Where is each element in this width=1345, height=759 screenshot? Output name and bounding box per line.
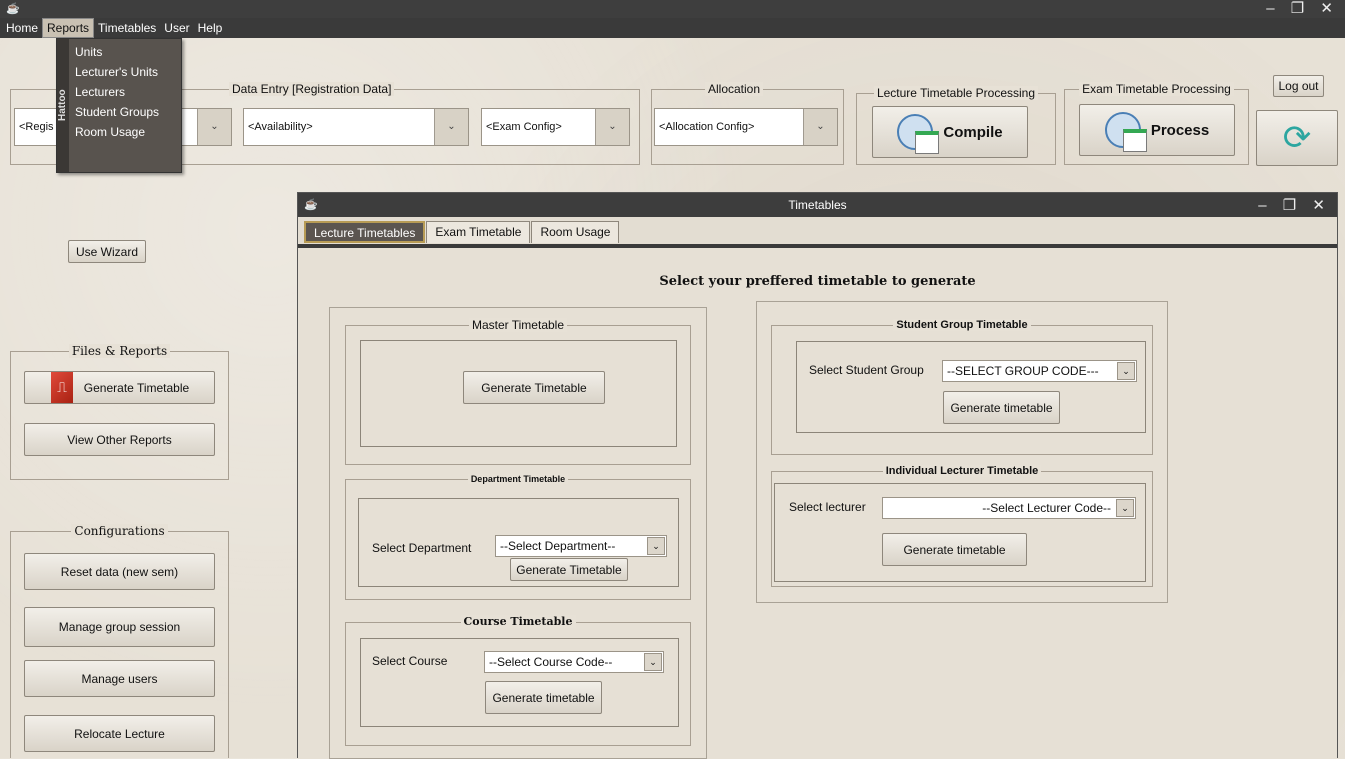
chevron-down-icon: ⌄: [644, 653, 662, 671]
allocation-combo[interactable]: <Allocation Config> ⌄: [654, 108, 838, 146]
exam-config-combo[interactable]: <Exam Config> ⌄: [481, 108, 630, 146]
menu-help[interactable]: Help: [194, 19, 227, 37]
manage-group-session-button[interactable]: Manage group session: [24, 607, 215, 647]
timetables-titlebar: ☕ Timetables – ❐ ✕: [298, 193, 1337, 217]
menu-timetables[interactable]: Timetables: [94, 19, 160, 37]
allocation-label: Allocation: [705, 82, 764, 96]
window-controls[interactable]: – ❐ ✕: [1266, 0, 1339, 17]
app-icon: ☕: [304, 199, 318, 211]
chevron-down-icon: ⌄: [595, 109, 629, 145]
menu-user[interactable]: User: [160, 19, 193, 37]
select-department-label: Select Department: [372, 541, 472, 555]
lecture-timetables-panel: Select your preffered timetable to gener…: [298, 244, 1337, 759]
pdf-icon: ⎍: [51, 372, 73, 403]
timetables-title: Timetables: [788, 198, 847, 212]
timetables-window: ☕ Timetables – ❐ ✕ Lecture Timetables Ex…: [297, 192, 1338, 759]
files-reports-label: Files & Reports: [68, 344, 171, 358]
chevron-down-icon: ⌄: [1117, 362, 1135, 380]
menu-bar: Home Reports Timetables User Help: [0, 18, 1345, 38]
student-group-timetable-label: Student Group Timetable: [893, 319, 1031, 331]
lecturer-timetable-label: Individual Lecturer Timetable: [882, 465, 1042, 477]
process-button[interactable]: Process: [1079, 104, 1235, 156]
chevron-down-icon: ⌄: [1116, 499, 1134, 517]
menu-item-units[interactable]: Units: [71, 42, 179, 62]
menu-item-room-usage[interactable]: Room Usage: [71, 122, 179, 142]
chevron-down-icon: ⌄: [803, 109, 837, 145]
logout-button[interactable]: Log out: [1273, 75, 1324, 97]
chevron-down-icon: ⌄: [197, 109, 231, 145]
relocate-lecture-button[interactable]: Relocate Lecture: [24, 715, 215, 752]
lecture-processing-label: Lecture Timetable Processing: [873, 86, 1039, 100]
course-timetable-label: Course Timetable: [460, 615, 576, 628]
reports-dropdown: Hattoo Units Lecturer's Units Lecturers …: [56, 38, 182, 173]
generate-master-button[interactable]: Generate Timetable: [463, 371, 605, 404]
select-lecturer-label: Select lecturer: [789, 500, 866, 514]
master-timetable-label: Master Timetable: [468, 318, 568, 332]
menu-home[interactable]: Home: [2, 19, 42, 37]
panel-heading: Select your preffered timetable to gener…: [659, 274, 976, 289]
compile-button[interactable]: Compile: [872, 106, 1028, 158]
tab-exam-timetable[interactable]: Exam Timetable: [426, 221, 531, 243]
use-wizard-button[interactable]: Use Wizard: [68, 240, 146, 263]
tab-room-usage[interactable]: Room Usage: [531, 221, 620, 243]
menu-reports[interactable]: Reports: [42, 18, 95, 38]
clock-calendar-icon: [1104, 112, 1147, 152]
menu-item-student-groups[interactable]: Student Groups: [71, 102, 179, 122]
department-select[interactable]: --Select Department-- ⌄: [495, 535, 667, 557]
chevron-down-icon: ⌄: [434, 109, 468, 145]
main-titlebar: ☕ – ❐ ✕: [0, 0, 1345, 18]
menu-item-lecturers-units[interactable]: Lecturer's Units: [71, 62, 179, 82]
view-reports-button[interactable]: View Other Reports: [24, 423, 215, 456]
department-timetable-label: Department Timetable: [467, 474, 569, 484]
tab-lecture-timetables[interactable]: Lecture Timetables: [304, 221, 426, 243]
generate-lecturer-button[interactable]: Generate timetable: [882, 533, 1027, 566]
refresh-button[interactable]: ⟳: [1256, 110, 1338, 166]
data-entry-label: Data Entry [Registration Data]: [229, 82, 395, 96]
generate-student-group-button[interactable]: Generate timetable: [943, 391, 1060, 424]
exam-processing-label: Exam Timetable Processing: [1079, 82, 1234, 96]
menu-item-lecturers[interactable]: Lecturers: [71, 82, 179, 102]
menu-side-label: Hattoo: [57, 39, 69, 172]
reset-data-button[interactable]: Reset data (new sem): [24, 553, 215, 590]
select-course-label: Select Course: [372, 654, 448, 668]
clock-calendar-icon: [897, 114, 940, 154]
generate-timetable-button[interactable]: ⎍ Generate Timetable: [24, 371, 215, 404]
availability-combo[interactable]: <Availability> ⌄: [243, 108, 469, 146]
select-student-group-label: Select Student Group: [809, 363, 924, 377]
generate-course-button[interactable]: Generate timetable: [485, 681, 602, 714]
student-group-select[interactable]: --SELECT GROUP CODE--- ⌄: [942, 360, 1137, 382]
configurations-label: Configurations: [71, 524, 168, 538]
tab-strip: Lecture Timetables Exam Timetable Room U…: [304, 221, 620, 243]
chevron-down-icon: ⌄: [647, 537, 665, 555]
manage-users-button[interactable]: Manage users: [24, 660, 215, 697]
window-controls[interactable]: – ❐ ✕: [1258, 194, 1331, 218]
generate-department-button[interactable]: Generate Timetable: [510, 558, 628, 581]
app-icon: ☕: [6, 3, 20, 15]
course-select[interactable]: --Select Course Code-- ⌄: [484, 651, 664, 673]
refresh-icon: ⟳: [1282, 119, 1312, 157]
lecturer-select[interactable]: --Select Lecturer Code-- ⌄: [882, 497, 1136, 519]
